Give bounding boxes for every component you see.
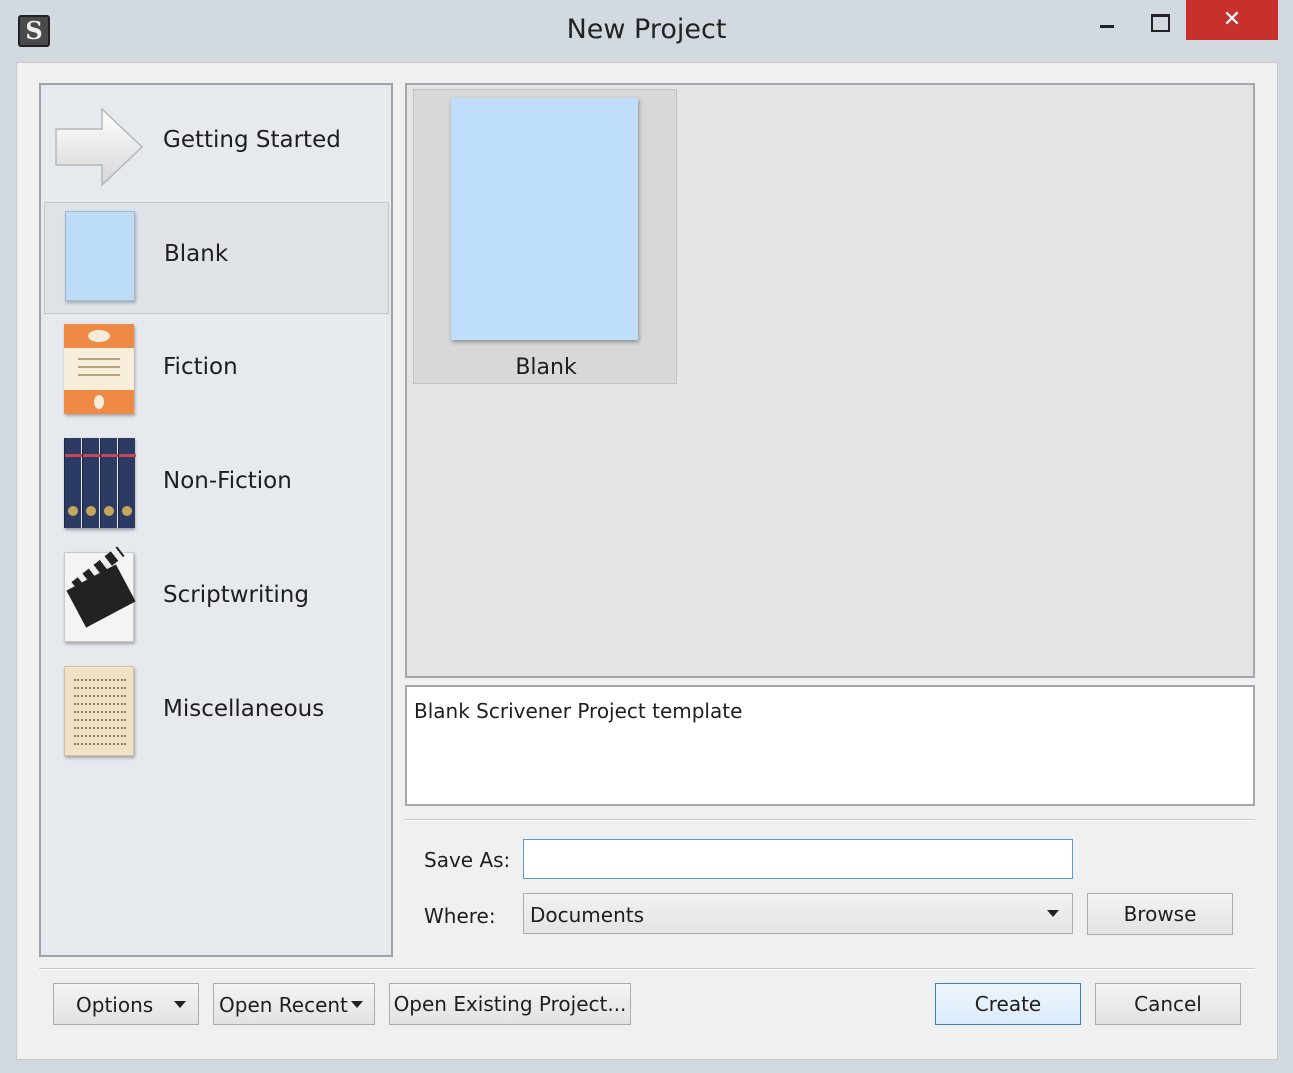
category-getting-started[interactable]: Getting Started bbox=[44, 89, 389, 201]
template-tile-label: Blank bbox=[515, 355, 577, 380]
category-label: Blank bbox=[164, 241, 229, 267]
chevron-down-icon bbox=[1047, 910, 1059, 917]
open-existing-project-button[interactable]: Open Existing Project... bbox=[389, 983, 631, 1025]
new-project-window: S New Project ✕ Getting Started Blank Fi… bbox=[0, 0, 1293, 1073]
save-as-label: Save As: bbox=[424, 848, 511, 872]
create-button[interactable]: Create bbox=[935, 983, 1081, 1025]
template-tile-blank[interactable]: Blank bbox=[413, 89, 677, 384]
browse-button[interactable]: Browse bbox=[1087, 893, 1233, 935]
where-label: Where: bbox=[424, 904, 496, 928]
minimize-icon[interactable] bbox=[1092, 6, 1122, 36]
category-label: Miscellaneous bbox=[163, 696, 325, 722]
fiction-book-icon bbox=[64, 324, 134, 414]
parchment-icon bbox=[64, 666, 134, 756]
options-button-label: Options bbox=[76, 993, 154, 1017]
open-recent-button[interactable]: Open Recent bbox=[213, 983, 375, 1025]
books-icon bbox=[64, 438, 136, 528]
where-dropdown-value: Documents bbox=[530, 903, 645, 927]
chevron-down-icon bbox=[351, 1001, 363, 1008]
category-label: Non-Fiction bbox=[163, 468, 292, 494]
save-as-input[interactable] bbox=[523, 839, 1073, 879]
arrow-icon bbox=[55, 107, 144, 187]
category-label: Getting Started bbox=[163, 127, 341, 153]
category-blank[interactable]: Blank bbox=[44, 202, 389, 314]
category-label: Fiction bbox=[163, 354, 238, 380]
where-dropdown[interactable]: Documents bbox=[523, 893, 1073, 934]
cancel-button[interactable]: Cancel bbox=[1095, 983, 1241, 1025]
options-button[interactable]: Options bbox=[53, 983, 199, 1025]
blank-template-page-icon bbox=[451, 98, 638, 340]
category-label: Scriptwriting bbox=[163, 582, 309, 608]
title-bar[interactable]: S New Project ✕ bbox=[0, 0, 1293, 62]
template-description: Blank Scrivener Project template bbox=[405, 685, 1255, 806]
blank-page-icon bbox=[65, 211, 135, 301]
form-separator bbox=[405, 819, 1255, 821]
close-icon[interactable]: ✕ bbox=[1186, 0, 1278, 40]
clapperboard-icon bbox=[64, 546, 136, 642]
template-gallery: Blank bbox=[405, 83, 1255, 678]
footer-separator bbox=[39, 968, 1255, 970]
open-recent-button-label: Open Recent bbox=[219, 993, 348, 1017]
category-miscellaneous[interactable]: Miscellaneous bbox=[44, 658, 389, 770]
category-scriptwriting[interactable]: Scriptwriting bbox=[44, 544, 389, 656]
category-fiction[interactable]: Fiction bbox=[44, 316, 389, 428]
chevron-down-icon bbox=[174, 1001, 186, 1008]
category-non-fiction[interactable]: Non-Fiction bbox=[44, 430, 389, 542]
template-description-text: Blank Scrivener Project template bbox=[414, 699, 743, 723]
template-category-list: Getting Started Blank Fiction Non-Fictio… bbox=[39, 83, 393, 957]
maximize-icon[interactable] bbox=[1143, 6, 1173, 36]
